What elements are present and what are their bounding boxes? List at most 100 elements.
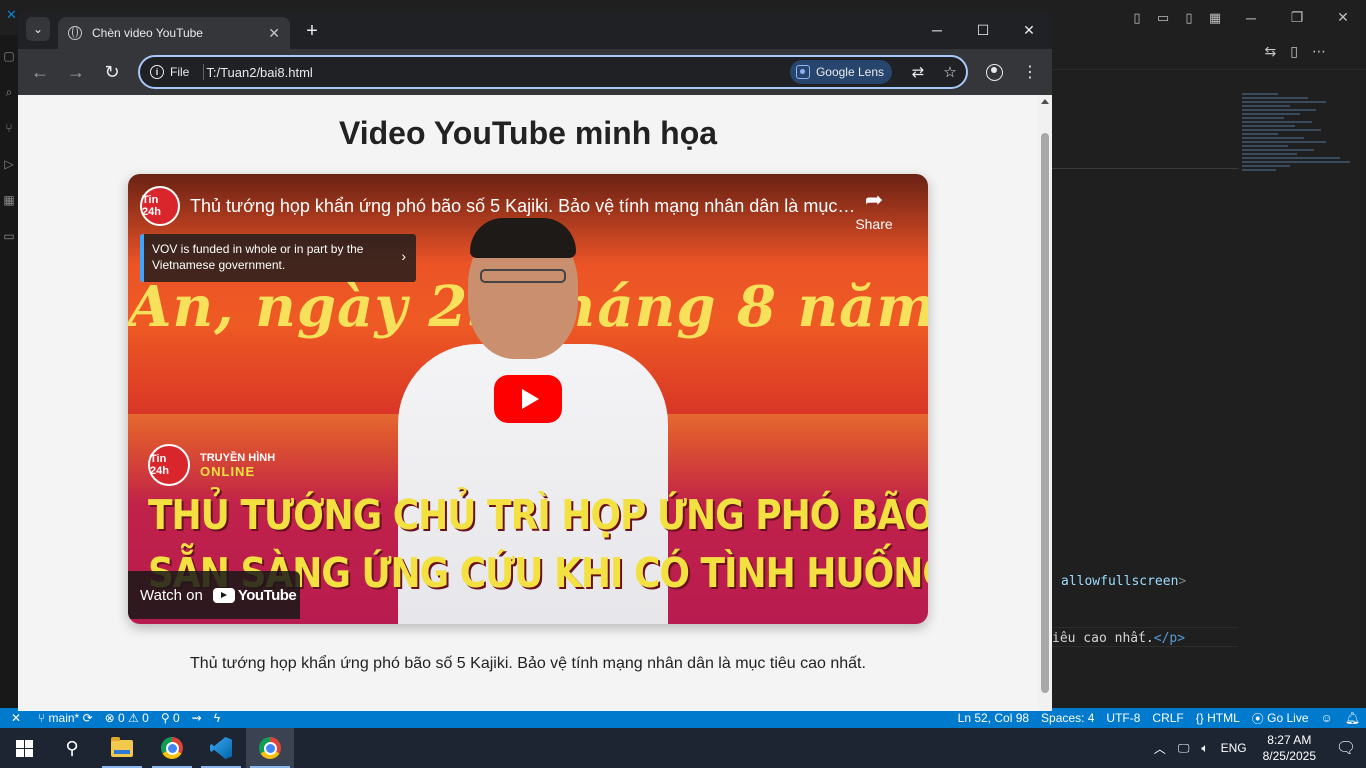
share-button[interactable]: ➦ Share	[846, 188, 902, 233]
page-scrollbar[interactable]	[1038, 95, 1052, 711]
close-window-button[interactable]: ✕	[1320, 0, 1366, 35]
language-indicator[interactable]: ENG	[1215, 741, 1253, 755]
customize-layout-icon[interactable]: ▦	[1202, 0, 1228, 35]
more-actions-icon[interactable]: ⋯	[1312, 43, 1326, 60]
split-editor-icon[interactable]: ▯	[1290, 43, 1298, 60]
browser-toolbar: ← → ↻ i File T:/Tuan2/bai8.html Google L…	[18, 49, 1052, 95]
code-attribute: allowfullscreen	[1061, 574, 1179, 589]
git-branch[interactable]: ⑂ main* ⟳	[32, 708, 99, 728]
code-line[interactable]: allowfullscreen>	[1061, 574, 1186, 589]
network-icon[interactable]: 🖵︎	[1172, 741, 1196, 756]
youtube-logo: YouTube	[212, 587, 297, 604]
scroll-up-icon[interactable]	[1041, 99, 1049, 104]
search-icon[interactable]: ⌕	[0, 85, 18, 107]
video-header: Tin 24h Thủ tướng họp khẩn ứng phó bão s…	[140, 186, 860, 226]
chrome-taskbar-active[interactable]	[246, 728, 294, 768]
problems-indicator[interactable]: ⊗ 0 ⚠ 0	[99, 708, 155, 728]
windows-taskbar: ⚲ ︿ 🖵︎ 🔈︎ ENG 8:27 AM 8/25/2025 🗨︎	[0, 728, 1366, 768]
ports-count: 0	[172, 711, 180, 725]
video-caption: Thủ tướng họp khẩn ứng phó bão số 5 Kaji…	[190, 655, 866, 672]
lightning-icon[interactable]: ϟ	[208, 708, 226, 728]
scrollbar-thumb[interactable]	[1041, 133, 1049, 693]
tab-close-icon[interactable]: ✕	[268, 25, 280, 42]
code-tag: </p>	[1153, 631, 1186, 646]
error-icon: ⊗	[104, 711, 119, 725]
braces-icon: {}	[1195, 711, 1208, 725]
vscode-remote-icon: ✕	[6, 7, 17, 22]
funding-notice[interactable]: VOV is funded in whole or in part by the…	[140, 234, 416, 282]
go-live-button[interactable]: ⦿ Go Live	[1246, 708, 1315, 728]
notification-center-icon[interactable]: 🗨︎	[1326, 738, 1366, 758]
code-line[interactable]: iêu cao nhất.</p>	[1052, 631, 1185, 646]
menu-kebab-icon[interactable]: ⋮	[1018, 60, 1042, 84]
browser-tab[interactable]: Chèn video YouTube ✕	[58, 17, 290, 49]
minimize-window-button[interactable]: ─	[1228, 0, 1274, 35]
vscode-editor: ⇆ ▯ ⋯ allowfullscreen> iêu cao nhất.</p>	[1052, 35, 1366, 708]
tab-strip: ⌄ Chèn video YouTube ✕ + ─ ☐ ✕	[18, 11, 1052, 49]
toggle-primary-sidebar-icon[interactable]: ▯	[1124, 0, 1150, 35]
forward-arrow-icon[interactable]: →	[64, 60, 88, 84]
cursor-position[interactable]: Ln 52, Col 98	[952, 708, 1035, 728]
encoding[interactable]: UTF-8	[1100, 708, 1146, 728]
maximize-button[interactable]: ☐	[960, 11, 1006, 49]
youtube-embed[interactable]: An, ngày 25 tháng 8 năm Tin 24h Thủ tướn…	[128, 174, 928, 624]
site-info-icon[interactable]: i	[150, 65, 164, 79]
run-debug-icon[interactable]: ▷	[0, 157, 18, 179]
code-tag: >	[1178, 574, 1187, 589]
url-text[interactable]: T:/Tuan2/bai8.html	[206, 65, 790, 80]
search-taskbar-icon[interactable]: ⚲	[48, 728, 96, 768]
channel-avatar[interactable]: Tin 24h	[140, 186, 180, 226]
tab-search-button[interactable]: ⌄	[26, 17, 50, 41]
source-control-icon[interactable]: ⑂	[0, 121, 18, 143]
translate-icon[interactable]: ⇄	[902, 63, 934, 81]
extensions-icon[interactable]: ▦	[0, 193, 18, 215]
live-share-icon[interactable]: ⇝	[186, 708, 208, 728]
watch-on-youtube-button[interactable]: Watch on YouTube	[128, 571, 300, 619]
indentation[interactable]: Spaces: 4	[1035, 708, 1100, 728]
clock[interactable]: 8:27 AM 8/25/2025	[1253, 732, 1326, 764]
minimap[interactable]	[1242, 93, 1362, 213]
video-title[interactable]: Thủ tướng họp khẩn ứng phó bão số 5 Kaji…	[190, 196, 860, 217]
reload-icon[interactable]: ↻	[100, 60, 124, 84]
clock-time: 8:27 AM	[1267, 733, 1312, 747]
start-button[interactable]	[0, 728, 48, 768]
vscode-status-bar: ✕ ⑂ main* ⟳ ⊗ 0 ⚠ 0 ⚲ 0 ⇝ ϟ Ln 52, Col 9…	[0, 708, 1366, 728]
language-mode[interactable]: {} HTML	[1190, 708, 1246, 728]
remote-explorer-icon[interactable]: ▭	[0, 229, 18, 251]
url-scheme: File	[170, 65, 190, 79]
new-tab-button[interactable]: +	[300, 19, 324, 43]
vscode-icon	[210, 737, 232, 759]
warning-icon: ⚠	[124, 711, 143, 725]
vscode-activity-bar: ▢ ⌕ ⑂ ▷ ▦ ▭	[0, 35, 18, 708]
address-bar[interactable]: i File T:/Tuan2/bai8.html Google Lens ⇄ …	[138, 55, 968, 89]
vscode-taskbar[interactable]	[197, 728, 245, 768]
window-controls: ─ ☐ ✕	[914, 11, 1052, 49]
google-lens-button[interactable]: Google Lens	[789, 60, 892, 84]
compare-changes-icon[interactable]: ⇆	[1265, 43, 1277, 60]
profile-button[interactable]	[982, 60, 1006, 84]
remote-indicator-icon[interactable]: ✕	[0, 708, 32, 728]
speaker-glasses	[480, 269, 566, 283]
text-cursor	[203, 64, 205, 80]
toggle-secondary-sidebar-icon[interactable]: ▯	[1176, 0, 1202, 35]
language-label: HTML	[1207, 711, 1240, 725]
youtube-play-icon	[212, 587, 235, 603]
bookmark-star-icon[interactable]: ☆	[934, 63, 966, 81]
show-hidden-icons-icon[interactable]: ︿	[1148, 740, 1172, 757]
windows-logo-icon	[15, 739, 33, 757]
notifications-bell-icon[interactable]: 🔔︎	[1339, 708, 1366, 728]
close-button[interactable]: ✕	[1006, 11, 1052, 49]
branch-icon: ⑂	[38, 711, 49, 725]
back-arrow-icon[interactable]: ←	[28, 60, 52, 84]
ports-indicator[interactable]: ⚲ 0	[155, 708, 186, 728]
line-ending[interactable]: CRLF	[1146, 708, 1189, 728]
explorer-icon[interactable]: ▢	[0, 49, 18, 71]
file-explorer-taskbar[interactable]	[98, 728, 146, 768]
copilot-icon[interactable]: ☺	[1315, 708, 1339, 728]
restore-window-button[interactable]: ❐	[1274, 0, 1320, 35]
toggle-panel-icon[interactable]: ▭	[1150, 0, 1176, 35]
chrome-taskbar[interactable]	[148, 728, 196, 768]
volume-muted-icon[interactable]: 🔈︎	[1195, 741, 1214, 756]
play-button[interactable]	[494, 375, 562, 423]
minimize-button[interactable]: ─	[914, 11, 960, 49]
